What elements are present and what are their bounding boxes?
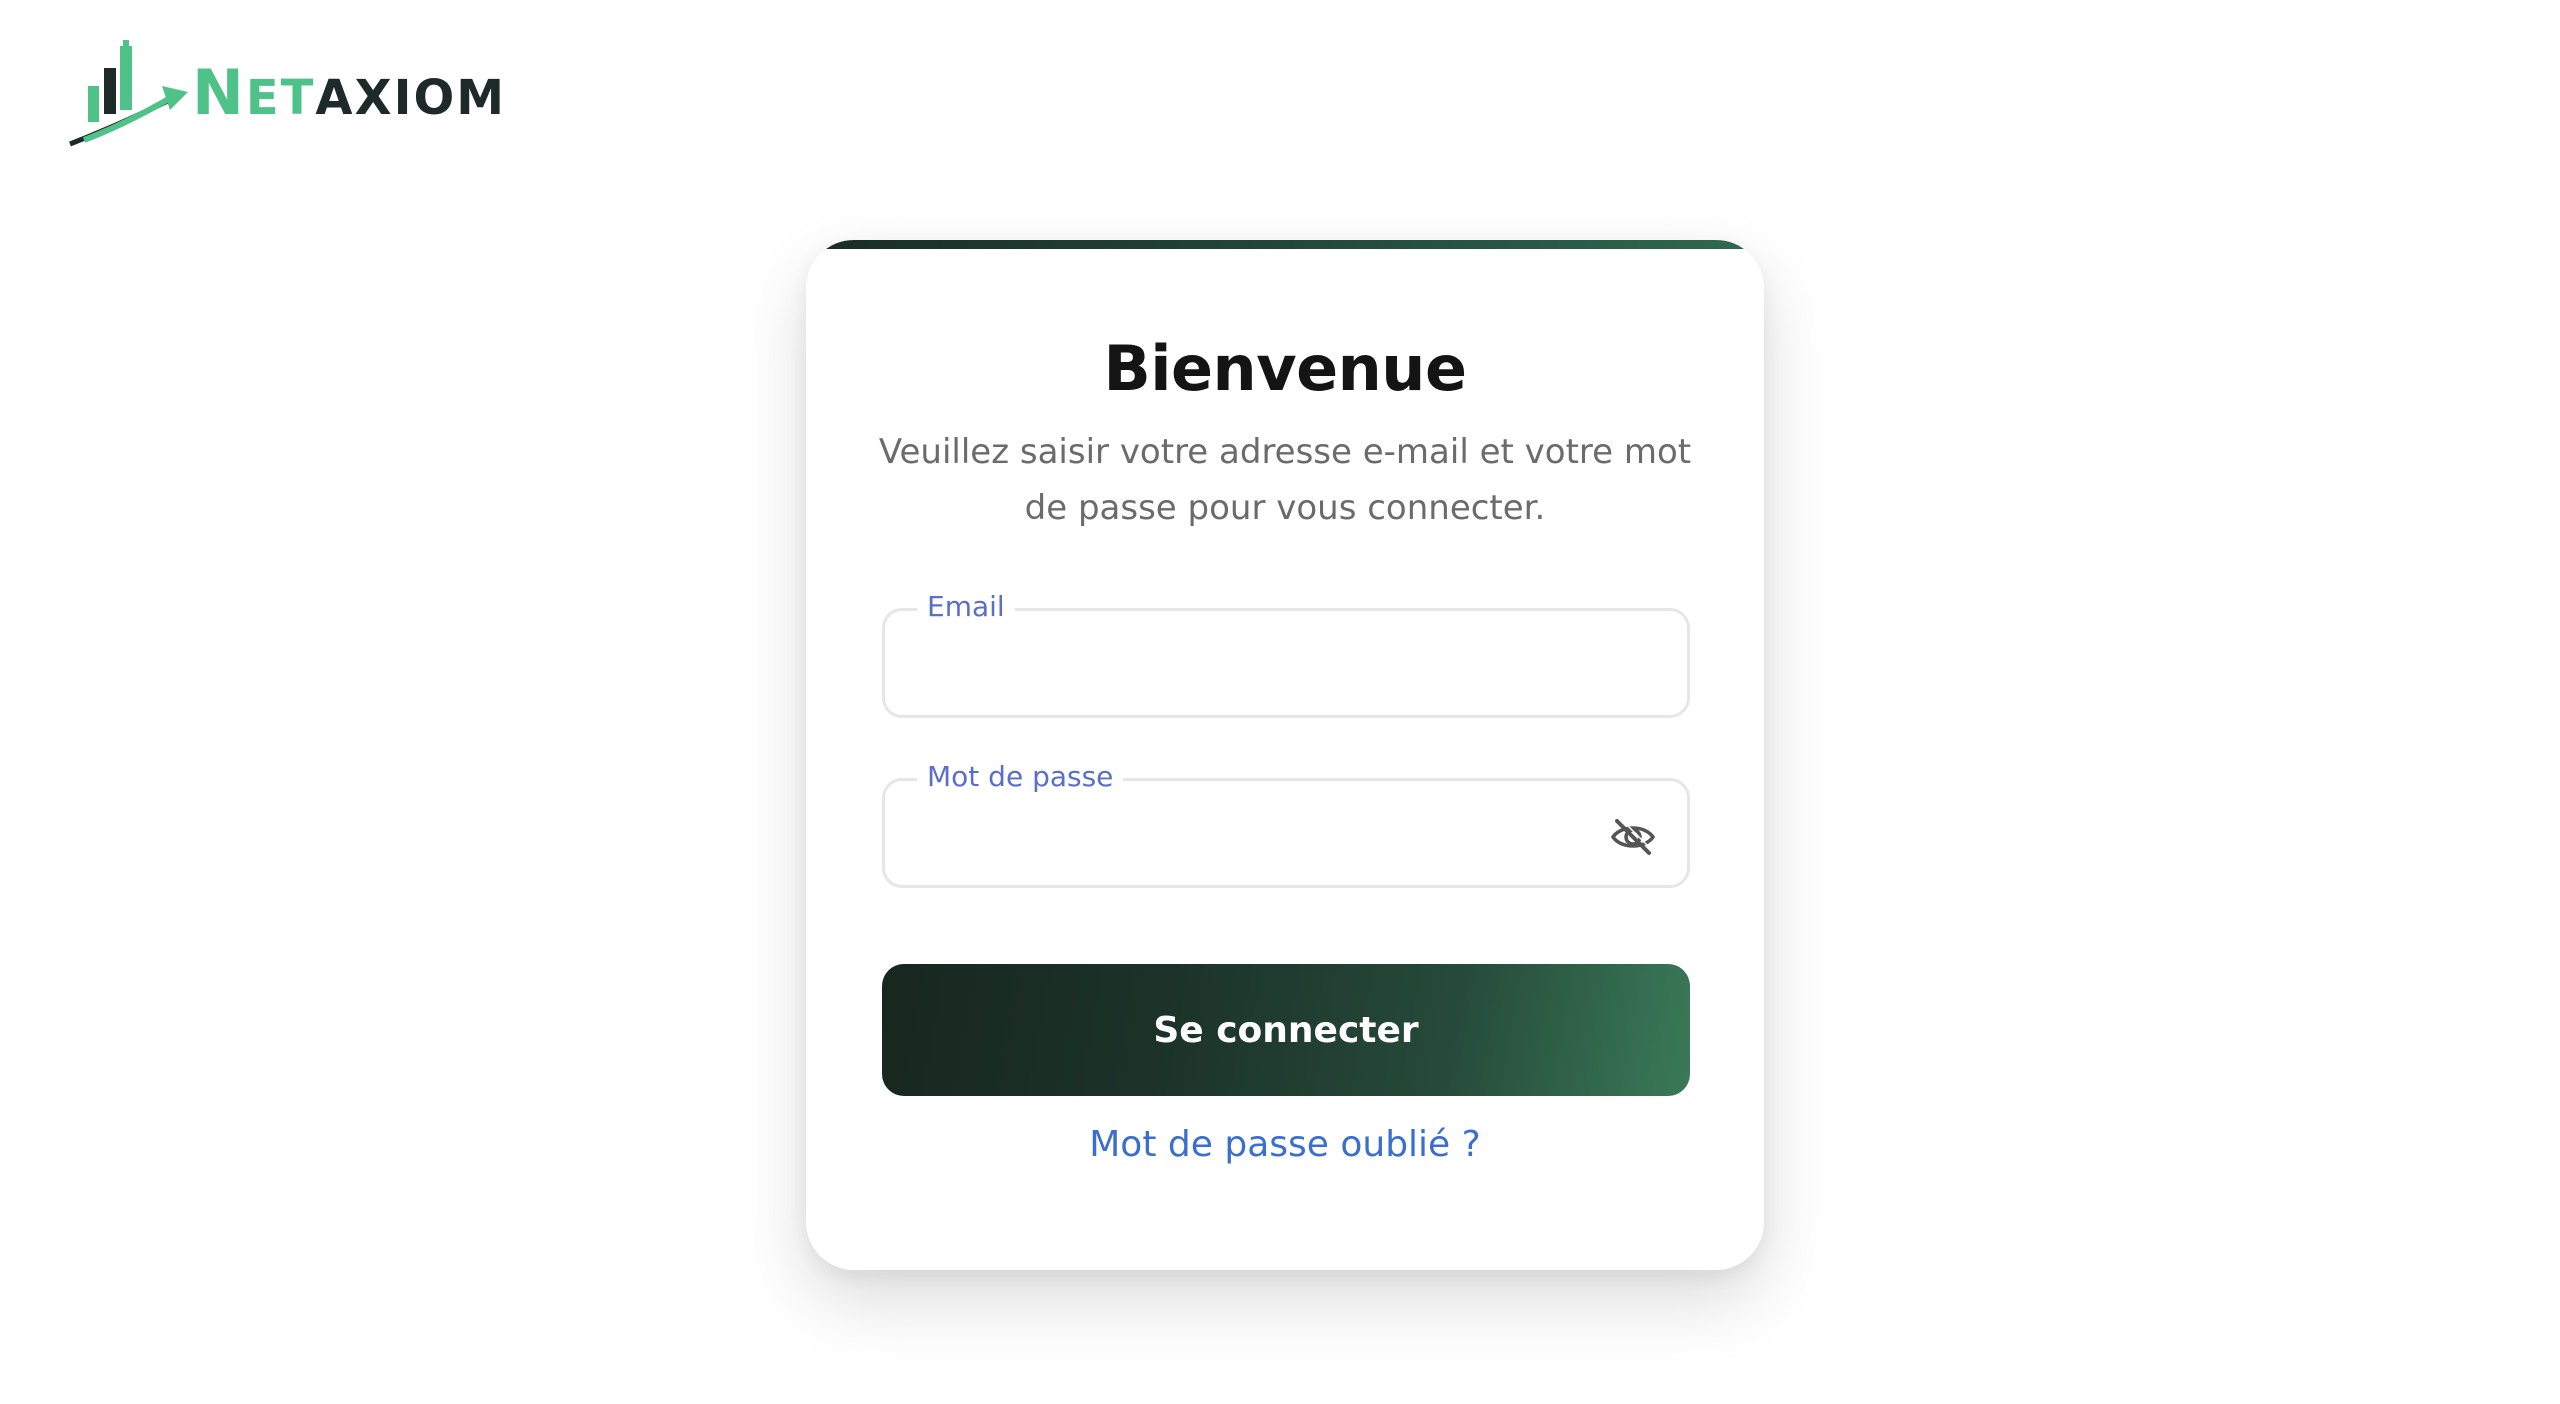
email-field: Email (882, 589, 1690, 718)
page-title: Bienvenue (1103, 332, 1468, 405)
card-accent-bar (806, 240, 1764, 249)
password-input[interactable] (925, 803, 1589, 865)
login-button[interactable]: Se connecter (882, 964, 1690, 1096)
page-subtitle: Veuillez saisir votre adresse e-mail et … (878, 432, 1692, 528)
logo-letter-n: N (192, 56, 246, 129)
netaxiom-logo[interactable]: N ET A XIOM (66, 38, 506, 148)
eye-slash-icon[interactable] (1609, 817, 1657, 857)
login-card: Bienvenue Veuillez saisir votre adresse … (806, 240, 1764, 1270)
password-field: Mot de passe (882, 759, 1690, 888)
logo-wordmark: N ET A XIOM (192, 62, 506, 124)
email-label: Email (917, 589, 1015, 625)
chart-logo-icon (69, 40, 188, 147)
password-label: Mot de passe (917, 759, 1124, 795)
forgot-password-link[interactable]: Mot de passe oublié ? (806, 1124, 1764, 1165)
logo-letters-xiom: XIOM (354, 70, 507, 126)
login-page: N ET A XIOM Bienvenue Veuillez saisir vo… (0, 0, 2560, 1404)
email-input[interactable] (925, 633, 1589, 695)
logo-letters-et: ET (245, 70, 316, 126)
logo-letter-a: A (315, 70, 355, 126)
